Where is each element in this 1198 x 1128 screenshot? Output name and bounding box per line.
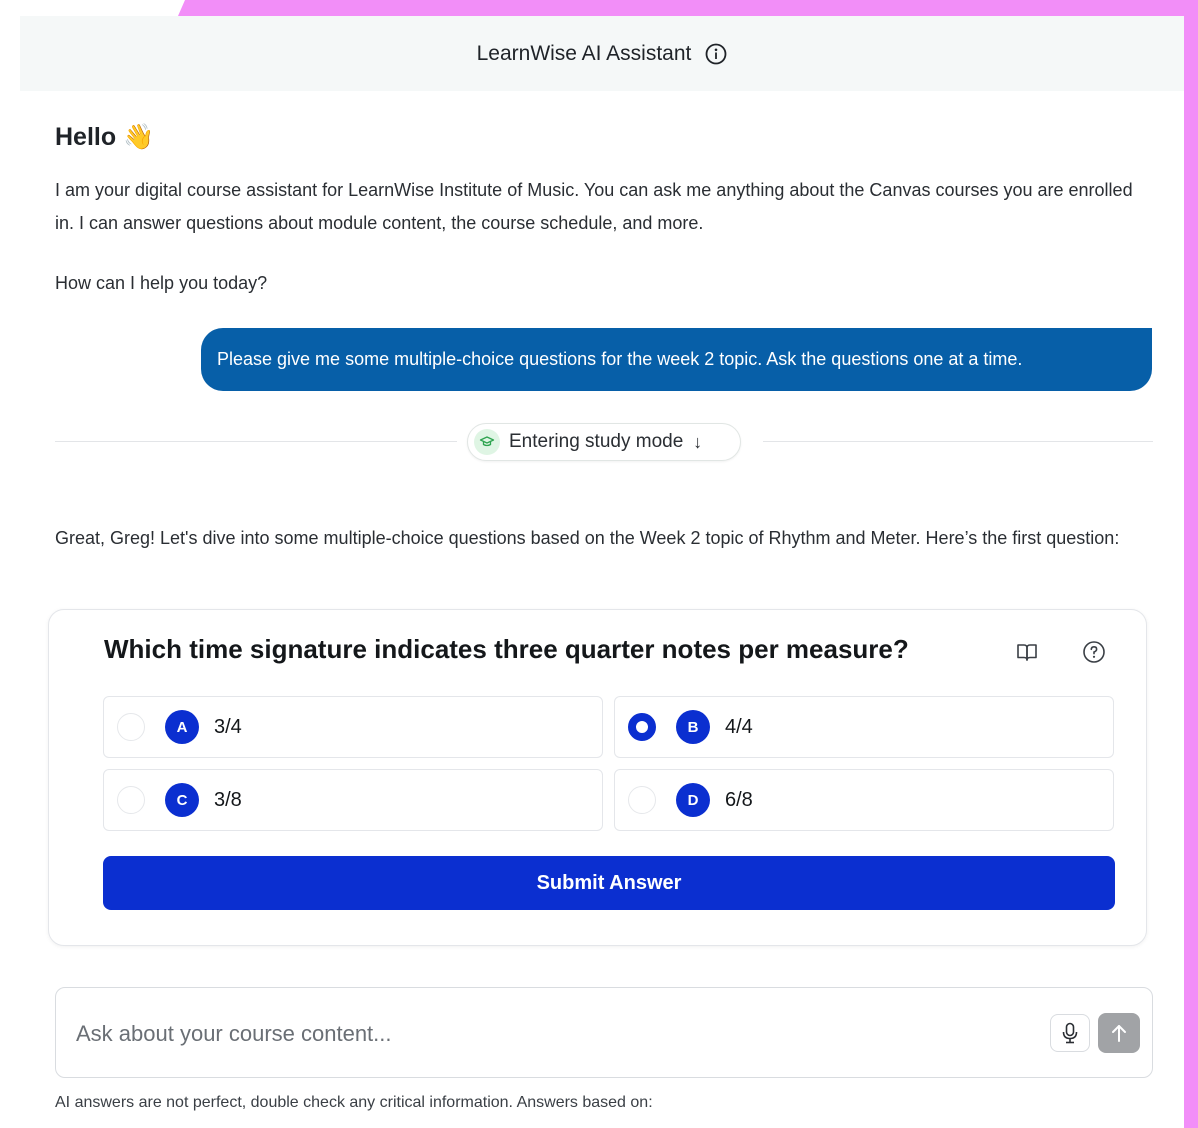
answer-option-a[interactable]: A 3/4: [103, 696, 603, 758]
chat-input[interactable]: [74, 1016, 1038, 1052]
user-message-bubble: Please give me some multiple-choice ques…: [201, 328, 1152, 391]
option-letter-badge: C: [165, 783, 199, 817]
option-text: 4/4: [725, 715, 753, 738]
microphone-icon: [1062, 1022, 1078, 1044]
assistant-intro-message: I am your digital course assistant for L…: [55, 180, 1133, 233]
option-letter-badge: A: [165, 710, 199, 744]
answer-option-b[interactable]: B 4/4: [614, 696, 1114, 758]
radio-option-c[interactable]: [117, 786, 145, 814]
answer-option-c[interactable]: C 3/8: [103, 769, 603, 831]
info-icon[interactable]: [705, 43, 727, 65]
app-header: LearnWise AI Assistant: [20, 16, 1184, 91]
send-button[interactable]: [1098, 1013, 1140, 1053]
decorative-frame-top: [178, 0, 1198, 16]
book-icon[interactable]: [1015, 640, 1039, 664]
help-prompt: How can I help you today?: [55, 273, 268, 293]
microphone-button[interactable]: [1050, 1014, 1090, 1052]
quiz-card: Which time signature indicates three qua…: [48, 609, 1147, 946]
option-text: 3/8: [214, 788, 242, 811]
option-letter-badge: D: [676, 783, 710, 817]
radio-option-d[interactable]: [628, 786, 656, 814]
question-mark-icon[interactable]: [1082, 640, 1106, 664]
composer: [55, 987, 1153, 1078]
quiz-question: Which time signature indicates three qua…: [104, 634, 909, 664]
greeting-heading: Hello 👋: [55, 123, 155, 151]
submit-answer-button[interactable]: Submit Answer: [103, 856, 1115, 910]
answer-option-d[interactable]: D 6/8: [614, 769, 1114, 831]
divider-left: [55, 441, 457, 442]
arrow-down-icon: ↓: [693, 431, 703, 452]
option-text: 6/8: [725, 788, 753, 811]
user-message-text: Please give me some multiple-choice ques…: [217, 349, 1023, 369]
assistant-reply-message: Great, Greg! Let's dive into some multip…: [55, 528, 1120, 548]
graduation-cap-icon: [474, 429, 500, 455]
arrow-up-icon: [1112, 1025, 1126, 1042]
decorative-frame-right: [1184, 0, 1198, 1128]
option-letter-badge: B: [676, 710, 710, 744]
ai-disclaimer: AI answers are not perfect, double check…: [55, 1094, 653, 1111]
study-mode-label: Entering study mode: [509, 431, 684, 452]
study-mode-pill[interactable]: Entering study mode ↓: [467, 423, 741, 461]
option-text: 3/4: [214, 715, 242, 738]
divider-right: [763, 441, 1153, 442]
app-title: LearnWise AI Assistant: [476, 41, 692, 65]
radio-option-a[interactable]: [117, 713, 145, 741]
radio-option-b-selected[interactable]: [628, 713, 656, 741]
